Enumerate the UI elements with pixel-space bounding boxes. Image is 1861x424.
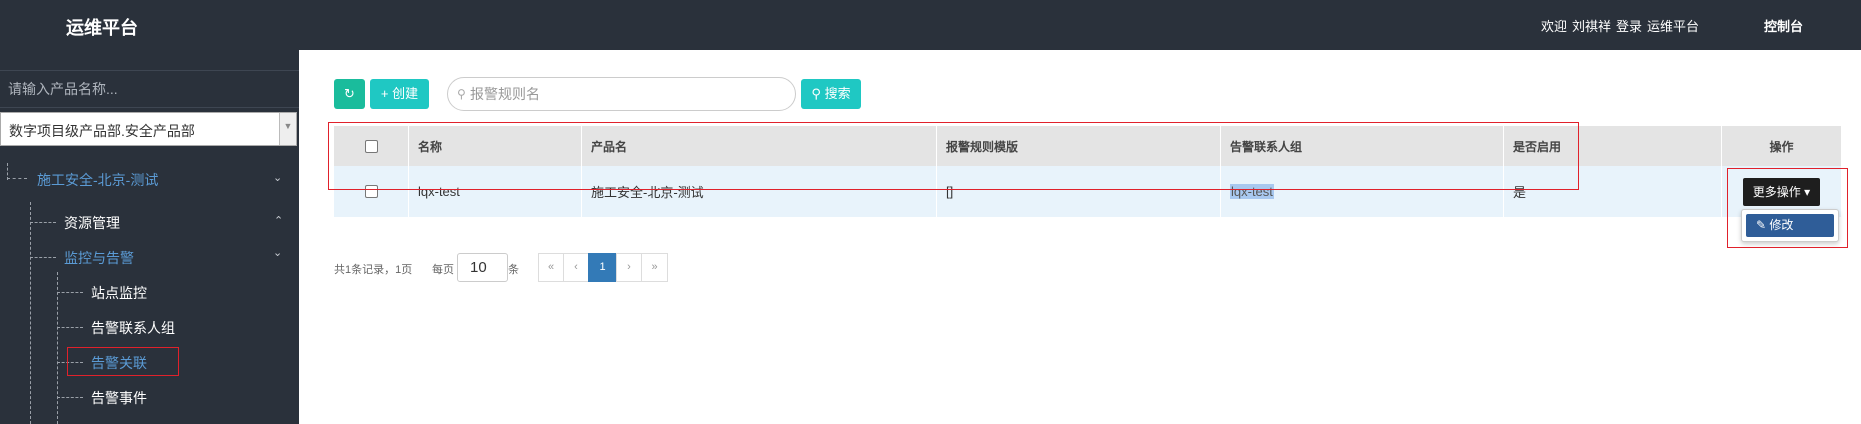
tree-connector xyxy=(7,178,27,179)
create-button[interactable]: + 创建 xyxy=(370,79,429,109)
tree-item-project[interactable]: 施工安全-北京-测试 xyxy=(37,170,158,190)
select-caret-icon[interactable]: ▼ xyxy=(279,113,296,145)
sidebar: 数字项目级产品部.安全产品部 ▼ 施工安全-北京-测试 ⌄ 资源管理 ⌃ 监控与… xyxy=(0,50,299,424)
prev-page-button[interactable]: ‹ xyxy=(563,253,589,282)
rule-search-input[interactable]: ⚲ 报警规则名 xyxy=(447,77,796,111)
welcome-text: 欢迎 xyxy=(1540,19,1567,34)
tree-connector xyxy=(30,202,31,424)
next-page-button[interactable]: › xyxy=(616,253,642,282)
search-icon: ⚲ xyxy=(811,86,821,101)
tree-connector xyxy=(30,257,56,258)
pagination-summary: 共1条记录，1页 xyxy=(334,264,413,276)
search-icon: ⚲ xyxy=(457,87,466,101)
tree-item-site-monitor[interactable]: 站点监控 xyxy=(91,283,147,303)
tree-connector xyxy=(57,327,83,328)
search-label: 搜索 xyxy=(824,86,851,101)
top-navbar: 运维平台 欢迎 刘祺祥 登录 运维平台 控制台 xyxy=(0,0,1861,50)
chevron-up-icon[interactable]: ⌃ xyxy=(274,214,283,227)
brand-title[interactable]: 运维平台 xyxy=(66,14,138,40)
refresh-icon: ↻ xyxy=(344,86,355,101)
column-header: 操作 xyxy=(1722,126,1842,166)
org-select[interactable]: 数字项目级产品部.安全产品部 ▼ xyxy=(0,112,297,146)
page-button-current[interactable]: 1 xyxy=(588,253,617,282)
platform-text: 运维平台 xyxy=(1646,19,1699,34)
per-page-label: 每页 xyxy=(432,264,454,276)
refresh-button[interactable]: ↻ xyxy=(334,79,365,109)
highlight-box xyxy=(67,347,179,376)
highlight-box xyxy=(1727,168,1848,248)
tree-connector xyxy=(57,272,58,424)
tree-item-alarm-contact-group[interactable]: 告警联系人组 xyxy=(91,318,175,338)
org-select-value: 数字项目级产品部.安全产品部 xyxy=(9,123,195,139)
chevron-down-icon[interactable]: ⌄ xyxy=(273,246,282,259)
rule-search-placeholder: 报警规则名 xyxy=(470,86,540,102)
highlight-box xyxy=(328,122,1579,190)
pagination: « ‹ 1 › » xyxy=(538,253,668,282)
chevron-down-icon[interactable]: ⌄ xyxy=(273,171,282,184)
tree-item-resource-mgmt[interactable]: 资源管理 xyxy=(64,213,120,233)
tree-connector xyxy=(30,222,56,223)
tree-item-alarm-event[interactable]: 告警事件 xyxy=(91,388,147,408)
create-label: 创建 xyxy=(392,86,419,101)
tree-connector xyxy=(57,397,83,398)
plus-icon: + xyxy=(380,86,389,101)
tree-item-monitor-alarm[interactable]: 监控与告警 xyxy=(64,248,134,268)
login-text: 登录 xyxy=(1615,19,1642,34)
search-button[interactable]: ⚲ 搜索 xyxy=(801,79,861,109)
last-page-button[interactable]: » xyxy=(641,253,668,282)
console-link[interactable]: 控制台 xyxy=(1764,16,1803,35)
tree-connector xyxy=(57,292,83,293)
page-size-input[interactable]: 10 xyxy=(457,253,508,282)
per-page-unit: 条 xyxy=(508,264,519,276)
product-search-input[interactable] xyxy=(0,71,299,107)
product-search-box xyxy=(0,70,299,108)
first-page-button[interactable]: « xyxy=(538,253,564,282)
user-greeting: 欢迎 刘祺祥 登录 运维平台 xyxy=(1536,16,1699,35)
user-name[interactable]: 刘祺祥 xyxy=(1572,19,1611,34)
